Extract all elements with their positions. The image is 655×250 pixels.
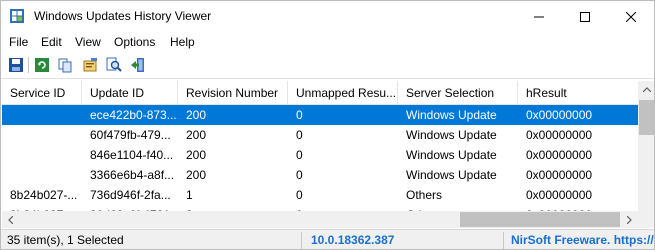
cell-revision-number: 200	[186, 148, 207, 162]
cell-unmapped-result: 0	[296, 188, 303, 202]
windows-update-app-icon	[9, 8, 25, 24]
menu-options[interactable]: Options	[114, 35, 155, 49]
cell-hresult: 0x00000000	[526, 168, 593, 182]
toolbar	[1, 52, 654, 79]
cell-revision-number: 200	[186, 168, 207, 182]
properties-icon	[83, 58, 97, 72]
cell-server-selection: Windows Update	[406, 168, 497, 182]
cell-hresult: 0x00000000	[526, 108, 593, 122]
vertical-scroll-thumb[interactable]	[639, 100, 654, 135]
exit-button[interactable]	[129, 56, 147, 74]
cell-update-id: 3366e6b4-a8f...	[90, 168, 175, 182]
cell-service-id	[2, 105, 82, 125]
find-icon	[106, 57, 122, 72]
chevron-right-icon	[627, 215, 632, 224]
status-bar: 35 item(s), 1 Selected 10.0.18362.387 Ni…	[1, 229, 654, 249]
properties-button[interactable]	[81, 56, 99, 74]
column-header-update-id[interactable]: Update ID	[82, 81, 178, 105]
refresh-icon	[35, 58, 49, 72]
cell-unmapped-result: 0	[296, 128, 303, 142]
cell-server-selection: Windows Update	[406, 108, 497, 122]
close-icon	[626, 11, 636, 22]
cell-revision-number: 200	[186, 128, 207, 142]
exit-icon	[131, 58, 144, 72]
save-button[interactable]	[7, 56, 25, 74]
title-bar[interactable]: Windows Updates History Viewer	[1, 1, 654, 32]
column-header-revision-number[interactable]: Revision Number	[178, 81, 288, 105]
cell-hresult: 0x00000000	[526, 148, 593, 162]
cell-update-id: 736d946f-2fa...	[90, 188, 171, 202]
column-header-server-selection[interactable]: Server Selection	[398, 81, 518, 105]
horizontal-scrollbar[interactable]	[2, 211, 638, 228]
cell-server-selection: Windows Update	[406, 148, 497, 162]
cell-update-id: ece422b0-873...	[90, 108, 177, 122]
cell-hresult: 0x00000000	[526, 188, 593, 202]
cell-service-id	[2, 125, 82, 145]
window-title: Windows Updates History Viewer	[34, 9, 212, 23]
table-row[interactable]: 8b24b027-... 736d946f-2fa... 1 0 Others …	[2, 185, 638, 205]
cell-update-id: 60f479fb-479...	[90, 128, 171, 142]
table-row[interactable]: ece422b0-873... 200 0 Windows Update 0x0…	[2, 105, 638, 125]
column-header-unmapped-result[interactable]: Unmapped Resu...	[288, 81, 398, 105]
horizontal-scroll-thumb[interactable]	[460, 212, 620, 227]
column-header-hresult[interactable]: hResult	[518, 81, 638, 105]
cell-service-id	[2, 165, 82, 185]
cell-unmapped-result: 0	[296, 168, 303, 182]
toolbar-separator	[28, 57, 29, 73]
cell-service-id	[2, 145, 82, 165]
chevron-left-icon	[8, 215, 13, 224]
status-divider	[503, 232, 504, 249]
save-icon	[9, 58, 23, 72]
cell-revision-number: 200	[186, 108, 207, 122]
menu-file[interactable]: File	[9, 35, 28, 49]
menu-bar: File Edit View Options Help	[1, 32, 654, 52]
table-row[interactable]: 60f479fb-479... 200 0 Windows Update 0x0…	[2, 125, 638, 145]
maximize-button[interactable]	[562, 1, 608, 32]
cell-server-selection: Others	[406, 188, 443, 202]
vertical-scrollbar[interactable]	[638, 81, 654, 211]
maximize-icon	[580, 11, 590, 22]
status-divider	[301, 232, 302, 249]
find-button[interactable]	[105, 56, 123, 74]
cell-unmapped-result: 0	[296, 108, 303, 122]
menu-help[interactable]: Help	[170, 35, 195, 49]
refresh-button[interactable]	[33, 56, 51, 74]
table-row[interactable]: 3366e6b4-a8f... 200 0 Windows Update 0x0…	[2, 165, 638, 185]
updates-list[interactable]: Service ID Update ID Revision Number Unm…	[2, 81, 654, 228]
copy-icon	[58, 58, 72, 73]
menu-edit[interactable]: Edit	[41, 35, 62, 49]
copy-button[interactable]	[56, 56, 74, 74]
cell-unmapped-result: 0	[296, 148, 303, 162]
scroll-right-button[interactable]	[621, 211, 638, 228]
scroll-left-button[interactable]	[2, 211, 19, 228]
cell-service-id: 8b24b027-...	[10, 188, 78, 202]
menu-view[interactable]: View	[75, 35, 101, 49]
table-row[interactable]: 846e1104-f40... 200 0 Windows Update 0x0…	[2, 145, 638, 165]
close-button[interactable]	[608, 1, 654, 32]
chevron-up-icon	[642, 87, 651, 92]
minimize-button[interactable]	[516, 1, 562, 32]
status-item-count: 35 item(s), 1 Selected	[7, 233, 124, 247]
minimize-icon	[534, 16, 544, 17]
list-header: Service ID Update ID Revision Number Unm…	[2, 81, 638, 105]
cell-hresult: 0x00000000	[526, 128, 593, 142]
app-window: Windows Updates History Viewer File Edit…	[0, 0, 655, 250]
cell-server-selection: Windows Update	[406, 128, 497, 142]
scroll-corner	[638, 211, 654, 228]
cell-update-id: 846e1104-f40...	[90, 148, 174, 162]
nirsoft-link[interactable]: NirSoft Freeware. https://w	[507, 230, 654, 249]
column-header-service-id[interactable]: Service ID	[2, 81, 82, 105]
scroll-up-button[interactable]	[638, 81, 654, 98]
status-version: 10.0.18362.387	[311, 233, 395, 247]
cell-revision-number: 1	[186, 188, 193, 202]
